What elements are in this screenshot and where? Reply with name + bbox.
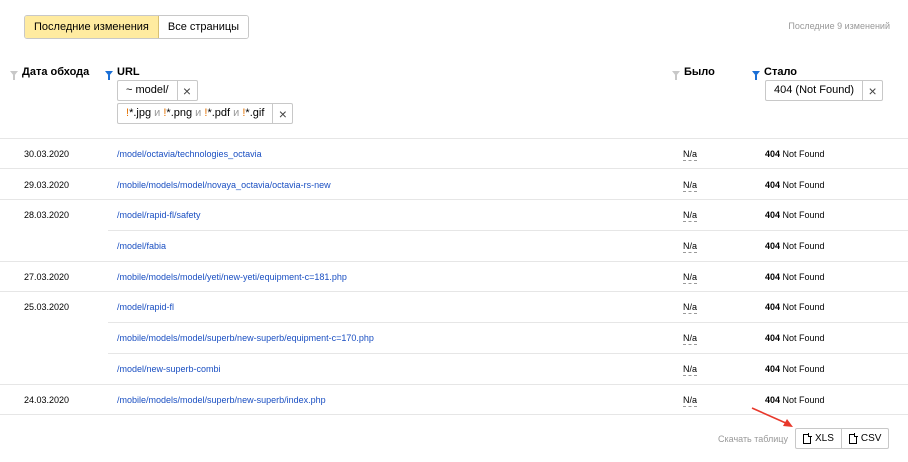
column-title-date: Дата обхода bbox=[22, 66, 90, 78]
divider bbox=[108, 322, 908, 323]
filter-icon[interactable] bbox=[10, 70, 18, 80]
row-was-value[interactable]: N/a bbox=[683, 333, 698, 345]
column-header-date[interactable]: Дата обхода bbox=[10, 66, 90, 80]
column-header-was[interactable]: Было bbox=[672, 66, 715, 80]
row-date: 25.03.2020 bbox=[24, 302, 70, 312]
row-url-link[interactable]: /mobile/models/model/superb/new-superb/e… bbox=[117, 333, 374, 343]
row-date: 29.03.2020 bbox=[24, 180, 70, 190]
download-csv-button[interactable]: CSV bbox=[840, 429, 889, 448]
divider bbox=[0, 291, 908, 292]
row-url-link[interactable]: /model/rapid-fl/safety bbox=[117, 210, 201, 220]
row-url-link[interactable]: /mobile/models/model/novaya_octavia/octa… bbox=[117, 180, 331, 190]
close-icon[interactable]: × bbox=[176, 81, 197, 100]
download-table-label: Скачать таблицу bbox=[718, 434, 788, 444]
document-icon bbox=[803, 432, 812, 444]
row-became-status: 404 Not Found bbox=[765, 364, 825, 374]
row-was-value[interactable]: N/a bbox=[683, 395, 698, 407]
row-became-status: 404 Not Found bbox=[765, 241, 825, 251]
row-was-value[interactable]: N/a bbox=[683, 241, 698, 253]
row-became-status: 404 Not Found bbox=[765, 272, 825, 282]
row-url-link[interactable]: /model/rapid-fl bbox=[117, 302, 174, 312]
view-tabs: Последние изменения Все страницы bbox=[24, 15, 250, 39]
filter-active-icon[interactable] bbox=[752, 70, 760, 80]
row-became-status: 404 Not Found bbox=[765, 210, 825, 220]
tab-all-pages[interactable]: Все страницы bbox=[158, 16, 249, 38]
document-icon bbox=[848, 432, 858, 444]
close-icon[interactable]: × bbox=[862, 81, 882, 100]
divider bbox=[0, 168, 908, 169]
tab-recent-changes[interactable]: Последние изменения bbox=[25, 16, 159, 38]
row-was-value[interactable]: N/a bbox=[683, 180, 698, 192]
url-filter-value[interactable]: !*.jpg и !*.png и !*.pdf и !*.gif bbox=[118, 104, 272, 123]
annotation-arrow-icon bbox=[751, 407, 793, 427]
row-url-link[interactable]: /model/octavia/technologies_octavia bbox=[117, 149, 262, 159]
row-was-value[interactable]: N/a bbox=[683, 272, 698, 284]
row-date: 30.03.2020 bbox=[24, 149, 70, 159]
download-xls-button[interactable]: XLS bbox=[796, 429, 841, 448]
row-became-status: 404 Not Found bbox=[765, 149, 825, 159]
divider bbox=[0, 199, 908, 200]
divider bbox=[0, 261, 908, 262]
row-url-link[interactable]: /mobile/models/model/yeti/new-yeti/equip… bbox=[117, 272, 347, 282]
status-filter-value[interactable]: 404 (Not Found) bbox=[766, 81, 862, 100]
column-title-url: URL bbox=[117, 66, 140, 78]
row-url-link[interactable]: /mobile/models/model/superb/new-superb/i… bbox=[117, 395, 326, 405]
row-was-value[interactable]: N/a bbox=[683, 149, 698, 161]
row-date: 24.03.2020 bbox=[24, 395, 70, 405]
filter-icon[interactable] bbox=[672, 70, 680, 80]
row-was-value[interactable]: N/a bbox=[683, 210, 698, 222]
row-date: 27.03.2020 bbox=[24, 272, 70, 282]
url-filter-value[interactable]: ~ model/ bbox=[118, 81, 177, 100]
divider bbox=[0, 384, 908, 385]
row-became-status: 404 Not Found bbox=[765, 180, 825, 190]
row-url-link[interactable]: /model/new-superb-combi bbox=[117, 364, 221, 374]
status-filter-chip: 404 (Not Found) × bbox=[765, 80, 884, 101]
column-title-was: Было bbox=[684, 66, 715, 78]
column-header-url[interactable]: URL bbox=[105, 66, 140, 80]
divider bbox=[108, 230, 908, 231]
row-became-status: 404 Not Found bbox=[765, 395, 825, 405]
row-url-link[interactable]: /model/fabia bbox=[117, 241, 166, 251]
divider bbox=[0, 138, 908, 139]
row-date: 28.03.2020 bbox=[24, 210, 70, 220]
column-header-became[interactable]: Стало bbox=[752, 66, 798, 80]
row-became-status: 404 Not Found bbox=[765, 302, 825, 312]
filter-active-icon[interactable] bbox=[105, 70, 113, 80]
close-icon[interactable]: × bbox=[272, 104, 292, 123]
changes-count: Последние 9 изменений bbox=[788, 21, 890, 31]
download-buttons: XLS CSV bbox=[795, 428, 890, 449]
row-was-value[interactable]: N/a bbox=[683, 364, 698, 376]
divider bbox=[108, 353, 908, 354]
row-was-value[interactable]: N/a bbox=[683, 302, 698, 314]
row-became-status: 404 Not Found bbox=[765, 333, 825, 343]
url-filter-chip: !*.jpg и !*.png и !*.pdf и !*.gif × bbox=[117, 103, 294, 124]
url-filter-chip: ~ model/ × bbox=[117, 80, 198, 101]
column-title-became: Стало bbox=[764, 66, 798, 78]
